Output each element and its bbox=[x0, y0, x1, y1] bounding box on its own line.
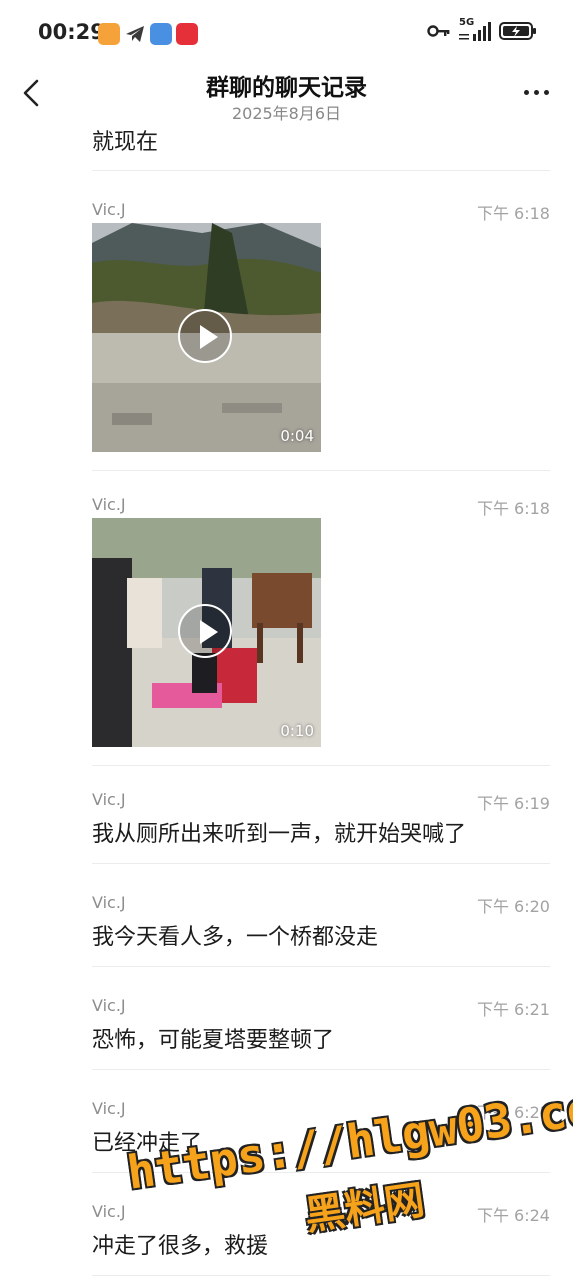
clock: 00:29 bbox=[38, 20, 105, 44]
message-item: Vic.J 下午 6:19 我从厕所出来听到一声，就开始哭喊了 bbox=[92, 790, 550, 850]
battery-icon bbox=[499, 22, 536, 40]
status-bar: 00:29 5G bbox=[0, 0, 573, 66]
message-time: 下午 6:20 bbox=[476, 897, 550, 916]
play-button-icon[interactable] bbox=[178, 604, 232, 658]
xiaohongshu-icon bbox=[176, 23, 198, 45]
divider bbox=[92, 863, 550, 864]
divider bbox=[92, 470, 550, 471]
message-time: 下午 6:18 bbox=[476, 499, 550, 518]
signal-icon bbox=[459, 22, 491, 41]
sender-name: Vic.J bbox=[92, 893, 126, 912]
sender-name: Vic.J bbox=[92, 1099, 126, 1118]
key-icon bbox=[427, 25, 450, 37]
message-item: Vic.J 下午 6:18 0:10 bbox=[92, 495, 550, 750]
shield-app-icon bbox=[98, 23, 120, 45]
message-text: 我从厕所出来听到一声，就开始哭喊了 bbox=[92, 822, 467, 847]
sender-name: Vic.J bbox=[92, 200, 126, 219]
message-time: 下午 6:18 bbox=[476, 204, 550, 223]
telegram-icon bbox=[124, 23, 146, 45]
message-text: 恐怖，可能夏塔要整顿了 bbox=[92, 1028, 335, 1053]
message-time: 下午 6:21 bbox=[476, 1000, 550, 1019]
more-options-icon[interactable] bbox=[524, 90, 549, 95]
play-button-icon[interactable] bbox=[178, 309, 232, 363]
message-text: 就现在 bbox=[92, 130, 159, 155]
message-text: 我今天看人多，一个桥都没走 bbox=[92, 925, 379, 950]
sender-name: Vic.J bbox=[92, 495, 126, 514]
message-time: 下午 6:19 bbox=[476, 794, 550, 813]
message-app-icon bbox=[150, 23, 172, 45]
message-item: Vic.J 下午 6:21 恐怖，可能夏塔要整顿了 bbox=[92, 996, 550, 1056]
message-item: Vic.J 下午 6:18 0:04 bbox=[92, 200, 550, 455]
divider bbox=[92, 1275, 550, 1276]
header: 群聊的聊天记录 2025年8月6日 bbox=[0, 66, 573, 126]
divider bbox=[92, 966, 550, 967]
video-thumbnail[interactable]: 0:10 bbox=[92, 518, 321, 747]
sender-name: Vic.J bbox=[92, 1202, 126, 1221]
video-thumbnail[interactable]: 0:04 bbox=[92, 223, 321, 452]
sender-name: Vic.J bbox=[92, 790, 126, 809]
message-item: Vic.J 下午 6:20 我今天看人多，一个桥都没走 bbox=[92, 893, 550, 953]
divider bbox=[92, 765, 550, 766]
page-title: 群聊的聊天记录 bbox=[206, 75, 367, 101]
sender-name: Vic.J bbox=[92, 996, 126, 1015]
watermark-name: 黑料网 bbox=[302, 1177, 428, 1240]
status-icons: 5G bbox=[427, 17, 537, 42]
video-duration: 0:10 bbox=[280, 722, 314, 740]
signal-indicator: 5G bbox=[459, 17, 491, 42]
page-date: 2025年8月6日 bbox=[231, 104, 342, 123]
divider bbox=[92, 170, 550, 171]
video-duration: 0:04 bbox=[280, 427, 314, 445]
